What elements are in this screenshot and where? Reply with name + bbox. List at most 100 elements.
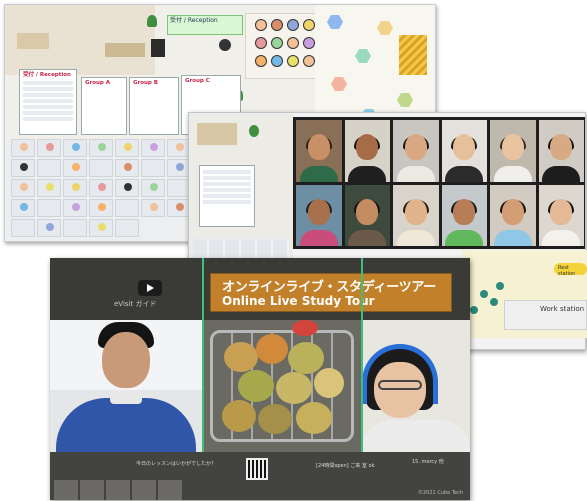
stairs xyxy=(399,35,427,75)
seat[interactable] xyxy=(11,219,35,237)
rest-station-button[interactable]: Rest station xyxy=(554,263,587,277)
avatar[interactable] xyxy=(219,39,231,51)
thumbnail[interactable] xyxy=(158,480,182,500)
plant xyxy=(249,125,259,137)
avatar[interactable] xyxy=(271,37,283,49)
seat[interactable] xyxy=(63,219,87,237)
body xyxy=(396,230,435,246)
video-tile[interactable] xyxy=(344,184,390,246)
camera-feed-left xyxy=(50,320,202,452)
seat[interactable] xyxy=(37,139,61,157)
body xyxy=(493,230,532,246)
avatar[interactable] xyxy=(271,19,283,31)
seat[interactable] xyxy=(89,139,113,157)
video-tile[interactable] xyxy=(538,184,584,246)
thumbnail-strip xyxy=(50,480,190,500)
seat-grid xyxy=(11,139,191,239)
monitor xyxy=(151,39,165,57)
video-tile[interactable] xyxy=(393,184,439,246)
seat[interactable] xyxy=(115,179,139,197)
avatar[interactable] xyxy=(303,19,315,31)
thumbnail[interactable] xyxy=(132,480,156,500)
body xyxy=(445,230,484,246)
avatar[interactable] xyxy=(271,55,283,67)
video-tile[interactable] xyxy=(344,120,390,182)
hex-stool xyxy=(470,306,478,314)
seat[interactable] xyxy=(11,139,35,157)
thumbnail[interactable] xyxy=(80,480,104,500)
thumbnail[interactable] xyxy=(106,480,130,500)
seat[interactable] xyxy=(63,159,87,177)
avatar[interactable] xyxy=(303,37,315,49)
avatar[interactable] xyxy=(255,19,267,31)
seat[interactable] xyxy=(89,219,113,237)
seat[interactable] xyxy=(141,159,165,177)
seat[interactable] xyxy=(37,159,61,177)
face xyxy=(550,134,573,161)
seat[interactable] xyxy=(89,179,113,197)
video-tile[interactable] xyxy=(296,184,342,246)
desk xyxy=(17,33,49,49)
video-tile[interactable] xyxy=(490,184,536,246)
fruit xyxy=(258,404,292,434)
seat[interactable] xyxy=(37,219,61,237)
body xyxy=(362,420,470,452)
fruit xyxy=(222,400,256,432)
play-icon[interactable] xyxy=(138,280,162,296)
avatar[interactable] xyxy=(255,37,267,49)
thumbnail[interactable] xyxy=(54,480,78,500)
body xyxy=(299,165,338,182)
avatar[interactable] xyxy=(255,55,267,67)
participant-count: 15. mercy 他 xyxy=(412,459,444,465)
video-tile[interactable] xyxy=(441,184,487,246)
avatar[interactable] xyxy=(303,55,315,67)
footer-credit: ©2021 Cube Tech xyxy=(418,490,464,496)
banner-title-jp: オンラインライブ・スタディーツアー xyxy=(222,280,436,295)
seat[interactable] xyxy=(115,159,139,177)
study-tour-screenshot: eVisit ガイド オンラインライブ・スタディーツアー Online Live… xyxy=(50,258,470,500)
seat[interactable] xyxy=(37,199,61,217)
seat[interactable] xyxy=(89,159,113,177)
desk xyxy=(105,43,145,57)
seat[interactable] xyxy=(141,199,165,217)
face xyxy=(404,198,427,225)
seat[interactable] xyxy=(63,139,87,157)
fruit xyxy=(256,334,288,364)
seat[interactable] xyxy=(11,199,35,217)
seat[interactable] xyxy=(11,159,35,177)
body xyxy=(348,165,387,182)
seat[interactable] xyxy=(115,199,139,217)
seat[interactable] xyxy=(63,199,87,217)
popup-title: Group A xyxy=(85,80,111,86)
body xyxy=(445,165,484,182)
face xyxy=(307,198,330,225)
seat[interactable] xyxy=(37,179,61,197)
video-grid xyxy=(293,117,585,249)
popup-list xyxy=(23,80,73,121)
video-tile[interactable] xyxy=(538,120,584,182)
video-tile[interactable] xyxy=(490,120,536,182)
glasses xyxy=(378,380,422,390)
video-caption: eVisit ガイド xyxy=(114,300,157,308)
camera-feed-middle xyxy=(202,320,362,452)
seat[interactable] xyxy=(63,179,87,197)
seat[interactable] xyxy=(11,179,35,197)
seat[interactable] xyxy=(89,199,113,217)
seat[interactable] xyxy=(141,179,165,197)
seat[interactable] xyxy=(115,219,139,237)
fruit xyxy=(292,320,318,336)
video-tile[interactable] xyxy=(441,120,487,182)
face xyxy=(102,332,150,388)
feedback-prompt[interactable]: 今日のレッスンはいかがでしたか？ xyxy=(136,460,216,467)
popup-title: Group C xyxy=(185,78,210,84)
avatar[interactable] xyxy=(287,55,299,67)
avatar[interactable] xyxy=(287,19,299,31)
hex-stool xyxy=(480,290,488,298)
fruit xyxy=(238,370,274,402)
video-tile[interactable] xyxy=(296,120,342,182)
seat[interactable] xyxy=(115,139,139,157)
seat[interactable] xyxy=(141,139,165,157)
avatar[interactable] xyxy=(287,37,299,49)
room-popup: 受付 / Reception xyxy=(19,69,77,135)
video-tile[interactable] xyxy=(393,120,439,182)
